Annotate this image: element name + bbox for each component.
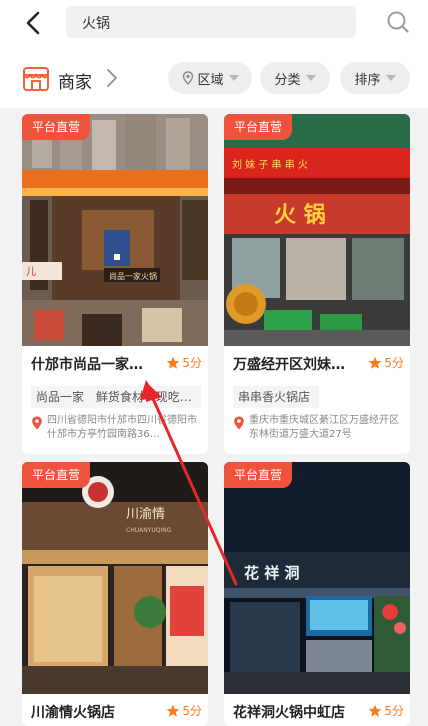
search-icon[interactable]	[386, 10, 410, 34]
address-text: 四川省德阳市什邡市四川省德阳市什邡市方亭竹园南路36…	[47, 415, 197, 440]
merchant-card[interactable]: 刘 妹 子 串 串 火 火 锅 平台直营 万盛经开区刘妹… 5分 串串香火锅店	[224, 114, 410, 454]
back-arrow-icon[interactable]	[20, 8, 46, 38]
photo-storefront-sub: CHUANYUQING	[126, 527, 172, 534]
photo-shop-sign: 刘 妹 子 串 串 火	[232, 159, 308, 171]
platform-badge: 平台直营	[224, 114, 293, 140]
filter-category-label: 分类	[274, 72, 301, 88]
star-icon	[369, 356, 382, 369]
filter-region[interactable]: 区域	[168, 62, 252, 94]
merchant-tags: 尚品一家 鲜货食材 现吃…	[31, 386, 201, 408]
merchant-grid: 儿 尚品一家火锅 平台直营 什邡市尚品一家… 5分 尚品一家 鲜货食材 现吃…	[0, 108, 428, 726]
photo-storefront-sign: 花 祥 洞	[244, 564, 299, 582]
tag: 鲜货食材	[95, 390, 144, 404]
merchant-photo: 川渝情 CHUANYUQING	[22, 462, 208, 694]
photo-side-sign: 儿	[26, 266, 36, 278]
merchant-score: 5分	[166, 354, 202, 371]
dropdown-triangle-icon	[305, 75, 316, 81]
merchant-photo: 儿 尚品一家火锅	[22, 114, 208, 346]
merchant-card[interactable]: 花 祥 洞 平台直营 花祥洞火锅中虹店 5分	[224, 462, 410, 726]
star-icon	[167, 704, 180, 717]
score-value: 5分	[384, 704, 404, 718]
dropdown-triangle-icon	[228, 75, 239, 81]
dropdown-triangle-icon	[385, 75, 396, 81]
merchant-score: 5分	[368, 702, 404, 719]
merchant-photo: 刘 妹 子 串 串 火 火 锅	[224, 114, 410, 346]
merchant-name[interactable]: 花祥洞火锅中虹店	[233, 702, 357, 722]
photo-big-sign: 火 锅	[274, 202, 326, 228]
merchant-name[interactable]: 什邡市尚品一家…	[31, 354, 155, 374]
merchant-address: 四川省德阳市什邡市四川省德阳市什邡市方亭竹园南路36…	[31, 414, 203, 446]
section-title[interactable]: 商家	[58, 68, 92, 93]
chevron-right-icon[interactable]	[106, 68, 118, 88]
filter-region-label: 区域	[197, 72, 224, 88]
platform-badge: 平台直营	[224, 462, 293, 488]
top-bar: 火锅	[0, 0, 428, 46]
search-query: 火锅	[82, 16, 110, 32]
location-pin-icon	[32, 416, 42, 430]
photo-storefront-sign: 川渝情	[126, 506, 165, 522]
tag: 尚品一家	[36, 390, 85, 404]
address-text: 重庆市重庆城区綦江区万盛经开区东林街道万盛大道27号	[249, 415, 399, 440]
score-value: 5分	[182, 704, 202, 718]
star-icon	[167, 356, 180, 369]
score-value: 5分	[182, 356, 202, 370]
merchant-score: 5分	[368, 354, 404, 371]
search-input[interactable]: 火锅	[66, 6, 356, 38]
merchant-address: 重庆市重庆城区綦江区万盛经开区东林街道万盛大道27号	[233, 414, 405, 446]
tag: 串串香火锅店	[238, 390, 311, 404]
merchant-card[interactable]: 儿 尚品一家火锅 平台直营 什邡市尚品一家… 5分 尚品一家 鲜货食材 现吃…	[22, 114, 208, 454]
photo-shop-sign: 尚品一家火锅	[109, 271, 157, 281]
filter-sort-label: 排序	[354, 72, 381, 88]
merchant-photo: 花 祥 洞	[224, 462, 410, 694]
section-header: 商家 区域 分类 排序	[0, 46, 428, 108]
platform-badge: 平台直营	[22, 114, 91, 140]
merchant-card[interactable]: 川渝情 CHUANYUQING 平台直营 川渝情火锅店 5分	[22, 462, 208, 726]
filter-category[interactable]: 分类	[260, 62, 330, 94]
score-value: 5分	[384, 356, 404, 370]
location-pin-icon	[183, 71, 194, 85]
location-pin-icon	[234, 416, 244, 430]
merchant-name[interactable]: 川渝情火锅店	[31, 702, 155, 722]
shop-icon	[23, 67, 49, 91]
filter-sort[interactable]: 排序	[340, 62, 410, 94]
star-icon	[369, 704, 382, 717]
tag: 现吃…	[155, 390, 192, 404]
merchant-tags: 串串香火锅店	[233, 386, 319, 408]
platform-badge: 平台直营	[22, 462, 91, 488]
merchant-score: 5分	[166, 702, 202, 719]
merchant-name[interactable]: 万盛经开区刘妹…	[233, 354, 357, 374]
